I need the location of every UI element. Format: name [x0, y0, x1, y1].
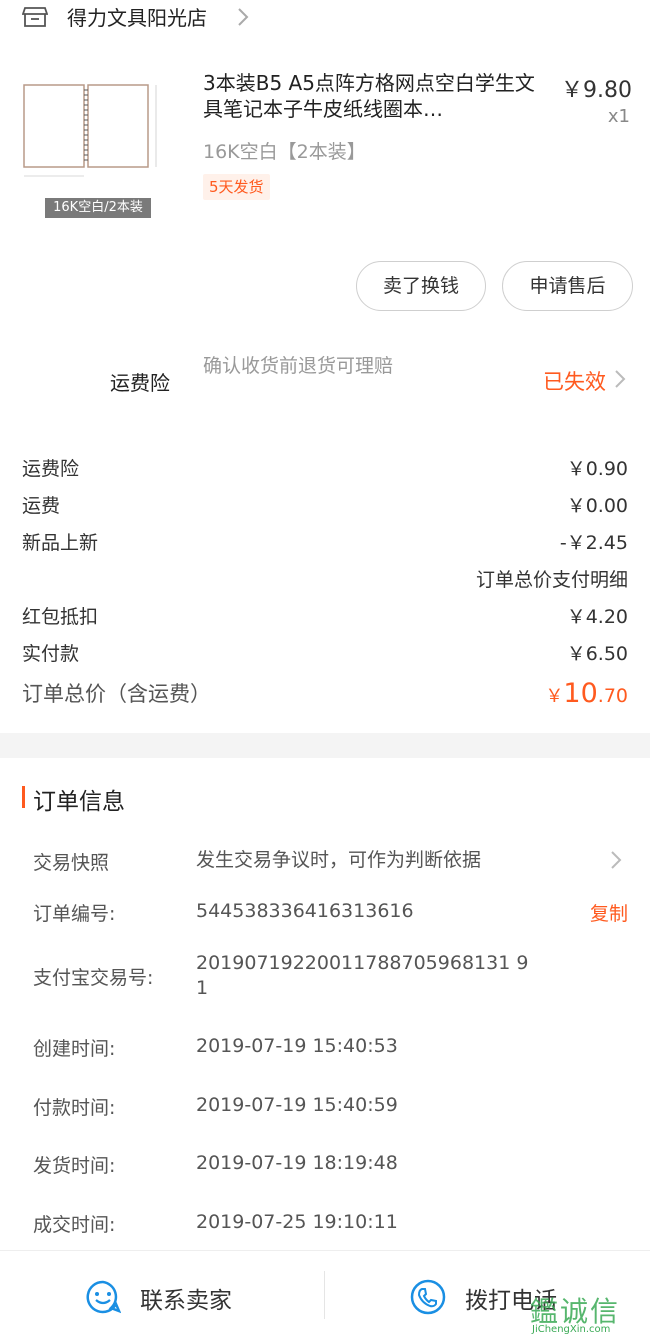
order-total-label: 订单总价（含运费） [22, 682, 211, 706]
sell-for-cash-button[interactable]: 卖了换钱 [356, 261, 486, 311]
price-row: 运费险 ￥0.90 [22, 454, 628, 482]
price-row-value: ￥0.90 [566, 458, 628, 480]
paid-time-value: 2019-07-19 15:40:59 [196, 1094, 398, 1116]
shipped-time-label: 发货时间: [33, 1155, 116, 1177]
created-time-label: 创建时间: [33, 1038, 116, 1060]
copy-button[interactable]: 复制 [590, 899, 628, 926]
price-row: 运费 ￥0.00 [22, 491, 628, 519]
insurance-status[interactable]: 已失效 [543, 366, 606, 396]
chevron-right-icon [238, 8, 249, 26]
price-row-label: 新品上新 [22, 532, 99, 554]
shop-name[interactable]: 得力文具阳光店 [67, 6, 207, 30]
after-sales-button[interactable]: 申请售后 [502, 261, 633, 311]
product-price: ￥9.80 [561, 78, 632, 103]
product-spec: 16K空白【2本装】 [203, 141, 366, 163]
contact-seller-label: 联系卖家 [140, 1288, 232, 1314]
price-row-label: 运费险 [22, 458, 80, 480]
deal-time-label: 成交时间: [33, 1214, 116, 1236]
order-number-label: 订单编号: [33, 903, 116, 925]
created-time-value: 2019-07-19 15:40:53 [196, 1035, 398, 1057]
order-total-value: ￥10.70 [545, 678, 628, 709]
shop-header[interactable]: 得力文具阳光店 [0, 0, 650, 38]
price-row-value: ￥0.00 [566, 495, 628, 517]
price-row-label: 红包抵扣 [22, 606, 99, 628]
section-divider [0, 733, 650, 758]
shipped-time-value: 2019-07-19 18:19:48 [196, 1152, 398, 1174]
paid-time-label: 付款时间: [33, 1097, 116, 1119]
insurance-description: 确认收货前退货可理赔 [203, 355, 394, 377]
order-total-row: 订单总价（含运费） ￥10.70 [22, 678, 628, 712]
insurance-label: 运费险 [110, 371, 170, 395]
payment-detail-link[interactable]: 订单总价支付明细 [476, 565, 628, 592]
chat-smile-icon [86, 1280, 121, 1314]
product-title[interactable]: 3本装B5 A5点阵方格网点空白学生文具笔记本子牛皮纸线圈本… [203, 70, 548, 122]
price-row: 新品上新 -￥2.45 [22, 528, 628, 556]
price-row-value: ￥4.20 [566, 606, 628, 628]
watermark-subtext: JiChengXin.com [532, 1324, 611, 1335]
price-row: 实付款 ￥6.50 [22, 639, 628, 667]
alipay-value-line2: 1 [196, 977, 209, 999]
deal-time-value: 2019-07-25 19:10:11 [196, 1211, 398, 1233]
order-number-value: 544538336416313616 [196, 900, 414, 922]
total-integer: 10 [563, 678, 598, 709]
phone-icon [410, 1279, 446, 1315]
chevron-right-icon[interactable] [609, 849, 623, 871]
price-row-value: ￥6.50 [566, 643, 628, 665]
contact-seller-button[interactable]: 联系卖家 [85, 1275, 285, 1319]
alipay-value: 20190719220011788705968131 9 1 [196, 951, 541, 1001]
price-row-value: -￥2.45 [559, 532, 628, 554]
watermark-logo: 鑑诚信 JiChengXin.com [530, 1290, 648, 1340]
snapshot-label: 交易快照 [33, 852, 110, 874]
bottom-divider [324, 1271, 325, 1319]
price-row: 红包抵扣 ￥4.20 [22, 602, 628, 630]
snapshot-value: 发生交易争议时，可作为判断依据 [196, 849, 482, 871]
price-row-label: 运费 [22, 495, 61, 517]
shipping-tag: 5天发货 [203, 174, 270, 200]
alipay-label: 支付宝交易号: [33, 967, 154, 989]
thumb-spec-badge: 16K空白/2本装 [45, 198, 151, 218]
store-icon [22, 7, 48, 27]
price-row-label: 实付款 [22, 643, 80, 665]
product-quantity: x1 [607, 106, 630, 127]
product-image[interactable] [22, 80, 164, 180]
order-info-title: 订单信息 [33, 789, 125, 815]
total-decimal: .70 [597, 685, 628, 707]
alipay-value-line1: 20190719220011788705968131 9 [196, 952, 529, 974]
currency-symbol: ￥ [545, 686, 564, 707]
chevron-right-icon[interactable] [613, 368, 627, 390]
section-accent-bar [22, 786, 25, 808]
